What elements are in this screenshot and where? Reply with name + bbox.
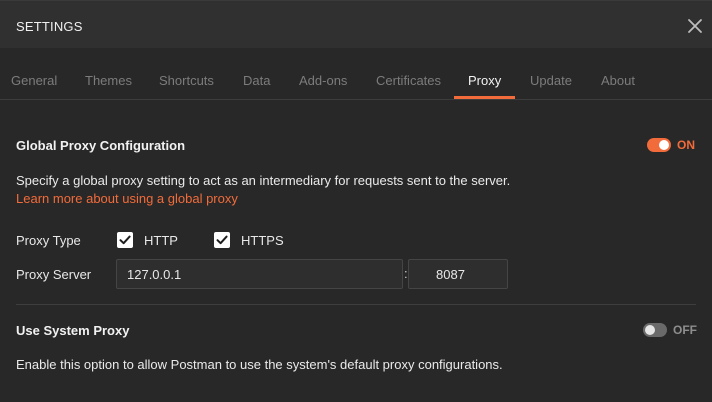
tab-certificates[interactable]: Certificates: [376, 73, 441, 88]
https-checkbox[interactable]: [214, 232, 230, 248]
tab-data[interactable]: Data: [243, 73, 270, 88]
system-proxy-description: Enable this option to allow Postman to u…: [16, 357, 503, 372]
system-proxy-toggle[interactable]: [643, 323, 667, 337]
close-icon[interactable]: [686, 17, 704, 35]
toggle-knob: [659, 140, 669, 150]
tab-update[interactable]: Update: [530, 73, 572, 88]
checkmark-icon: [216, 235, 228, 245]
learn-more-link[interactable]: Learn more about using a global proxy: [16, 191, 238, 206]
tab-themes[interactable]: Themes: [85, 73, 132, 88]
tab-about[interactable]: About: [601, 73, 635, 88]
active-tab-indicator: [454, 96, 515, 99]
page-title: SETTINGS: [16, 19, 83, 34]
proxy-port-input[interactable]: [408, 259, 508, 289]
section-divider: [16, 304, 696, 305]
http-checkbox[interactable]: [117, 232, 133, 248]
proxy-type-label: Proxy Type: [16, 233, 81, 248]
tab-shortcuts[interactable]: Shortcuts: [159, 73, 214, 88]
tab-proxy[interactable]: Proxy: [468, 73, 501, 88]
system-proxy-title: Use System Proxy: [16, 323, 130, 338]
checkmark-icon: [119, 235, 131, 245]
settings-tabs: General Themes Shortcuts Data Add-ons Ce…: [0, 48, 712, 100]
proxy-server-label: Proxy Server: [16, 267, 92, 282]
system-proxy-toggle-label: OFF: [673, 323, 697, 337]
global-proxy-toggle[interactable]: [647, 138, 671, 152]
toggle-knob: [645, 325, 655, 335]
tab-general[interactable]: General: [11, 73, 57, 88]
proxy-host-input[interactable]: [116, 259, 403, 289]
settings-header: SETTINGS: [0, 0, 712, 48]
tab-add-ons[interactable]: Add-ons: [299, 73, 347, 88]
global-proxy-description: Specify a global proxy setting to act as…: [16, 173, 511, 188]
global-proxy-title: Global Proxy Configuration: [16, 138, 186, 153]
global-proxy-toggle-label: ON: [677, 138, 695, 152]
https-label: HTTPS: [241, 233, 284, 248]
http-label: HTTP: [144, 233, 178, 248]
